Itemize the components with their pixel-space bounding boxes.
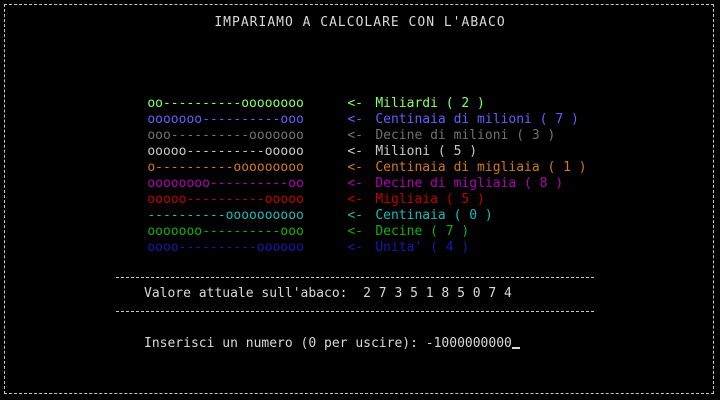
abacus-beads: o----------ooooooooo bbox=[147, 160, 304, 175]
abacus-beads: oooo----------oooooo bbox=[147, 240, 304, 255]
separator-top bbox=[116, 277, 594, 278]
abacus-beads: ooooooo----------ooo bbox=[147, 224, 304, 239]
abacus-label: Milioni ( 5 ) bbox=[375, 144, 478, 159]
abacus-label: Centinaia di milioni ( 7 ) bbox=[375, 112, 579, 127]
abacus-label: Migliaia ( 5 ) bbox=[375, 192, 485, 207]
current-value-digits: 2 7 3 5 1 8 5 0 7 4 bbox=[363, 286, 512, 301]
abacus-beads: ooooooo----------ooo bbox=[147, 112, 304, 127]
abacus-label: Decine ( 7 ) bbox=[375, 224, 470, 239]
prompt-label: Inserisci un numero (0 per uscire): bbox=[144, 336, 418, 351]
separator-bottom bbox=[116, 311, 594, 312]
abacus-beads: ooooo----------ooooo bbox=[147, 144, 304, 159]
number-prompt[interactable]: Inserisci un numero (0 per uscire): -100… bbox=[144, 336, 520, 351]
number-input[interactable]: -1000000000 bbox=[426, 336, 512, 351]
abacus-beads: ----------oooooooooo bbox=[147, 208, 304, 223]
abacus-beads: ooooo----------ooooo bbox=[147, 192, 304, 207]
arrow-left-icon: <- bbox=[347, 192, 363, 207]
arrow-left-icon: <- bbox=[347, 128, 363, 143]
current-value: Valore attuale sull'abaco: 2 7 3 5 1 8 5… bbox=[144, 286, 512, 301]
arrow-left-icon: <- bbox=[347, 240, 363, 255]
abacus-label: Centinaia ( 0 ) bbox=[375, 208, 493, 223]
abacus-label: Centinaia di migliaia ( 1 ) bbox=[375, 160, 587, 175]
text-cursor bbox=[511, 347, 520, 349]
arrow-left-icon: <- bbox=[347, 224, 363, 239]
current-value-label: Valore attuale sull'abaco: bbox=[144, 286, 348, 301]
arrow-left-icon: <- bbox=[347, 160, 363, 175]
abacus-row-miliardi: oo----------oooooooo <- Miliardi ( 2 ) bbox=[116, 80, 587, 111]
arrow-left-icon: <- bbox=[347, 176, 363, 191]
arrow-left-icon: <- bbox=[347, 96, 363, 111]
arrow-left-icon: <- bbox=[347, 112, 363, 127]
abacus-label: Decine di milioni ( 3 ) bbox=[375, 128, 556, 143]
arrow-left-icon: <- bbox=[347, 144, 363, 159]
abacus-label: Decine di migliaia ( 8 ) bbox=[375, 176, 564, 191]
abacus: oo----------oooooooo <- Miliardi ( 2 ) ooo… bbox=[116, 80, 587, 255]
abacus-beads: oo----------oooooooo bbox=[147, 96, 304, 111]
page-title: IMPARIAMO A CALCOLARE CON L'ABACO bbox=[214, 15, 506, 30]
abacus-label: Unita' ( 4 ) bbox=[375, 240, 470, 255]
abacus-beads: oooooooo----------oo bbox=[147, 176, 304, 191]
arrow-left-icon: <- bbox=[347, 208, 363, 223]
abacus-label: Miliardi ( 2 ) bbox=[375, 96, 485, 111]
abacus-beads: ooo----------ooooooo bbox=[147, 128, 304, 143]
